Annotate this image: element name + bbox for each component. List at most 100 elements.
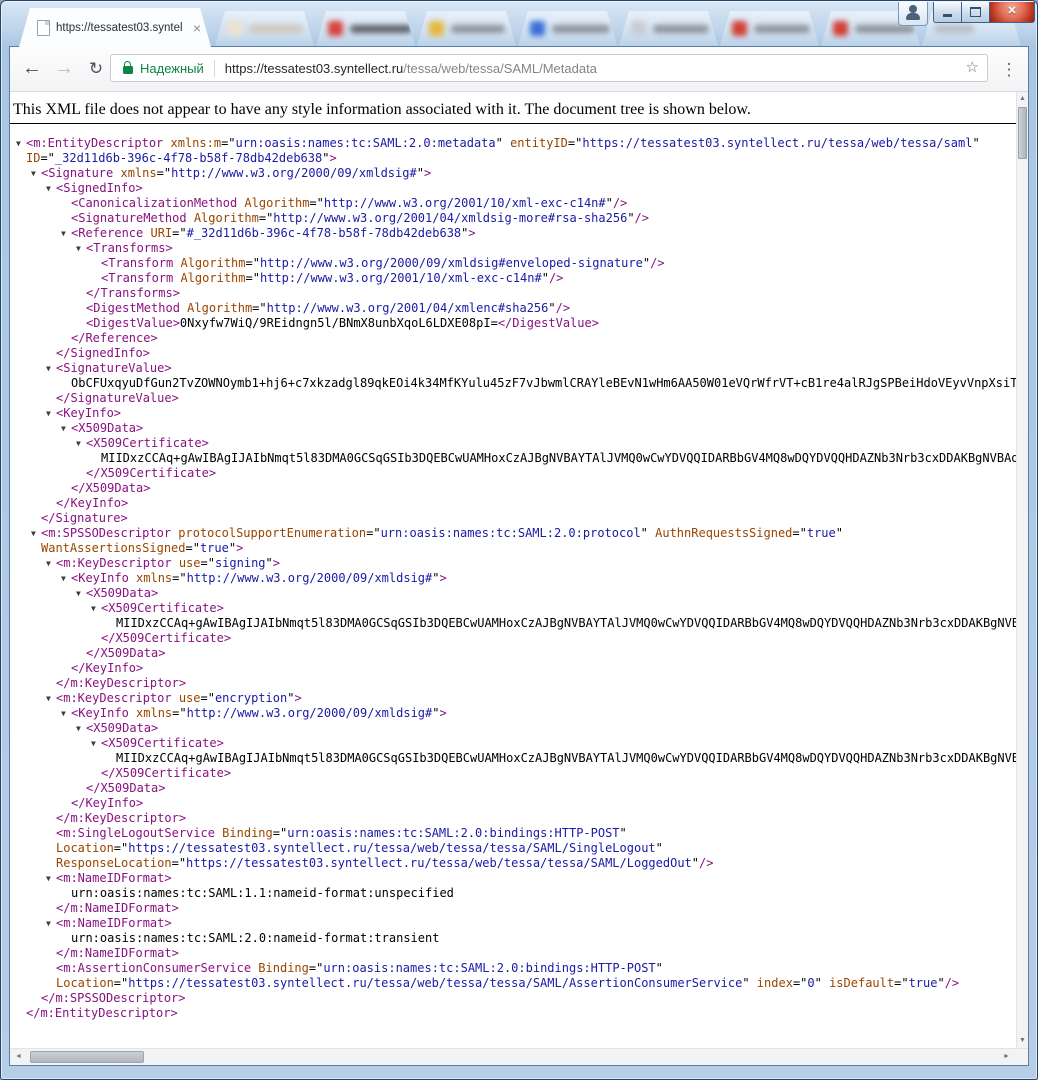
collapse-arrow-icon[interactable]: ▼ (31, 166, 41, 181)
xml-line: </m:SPSSODescriptor> (10, 991, 1016, 1006)
xml-line: ▼<X509Certificate> (10, 436, 1016, 451)
collapse-arrow-icon[interactable]: ▼ (91, 601, 101, 616)
page-favicon-icon (37, 20, 50, 36)
xml-line: ▼<KeyInfo> (10, 406, 1016, 421)
tab-close-icon[interactable]: × (193, 21, 201, 35)
xml-line: </m:EntityDescriptor> (10, 1006, 1016, 1021)
background-tab[interactable] (518, 11, 617, 46)
tab-active[interactable]: https://tessatest03.syntel × (19, 8, 211, 47)
collapse-arrow-icon[interactable]: ▼ (61, 226, 71, 241)
horizontal-scrollbar[interactable]: ◄ ► (10, 1048, 1028, 1065)
xml-line: </X509Data> (10, 646, 1016, 661)
xml-notice: This XML file does not appear to have an… (10, 92, 1016, 120)
xml-line: <Transform Algorithm="http://www.w3.org/… (10, 271, 1016, 286)
collapse-arrow-icon[interactable]: ▼ (46, 691, 56, 706)
scroll-up-icon[interactable]: ▲ (1017, 92, 1028, 106)
collapse-arrow-icon[interactable]: ▼ (76, 241, 86, 256)
collapse-arrow-icon[interactable]: ▼ (16, 136, 26, 151)
toolbar: ← → ↻ Надежный https://tessatest03.synte… (10, 47, 1028, 92)
bookmark-star-icon[interactable]: ☆ (966, 55, 979, 81)
collapse-arrow-icon[interactable]: ▼ (46, 406, 56, 421)
xml-line: </X509Data> (10, 481, 1016, 496)
xml-line: <m:AssertionConsumerService Binding="urn… (10, 961, 1016, 976)
xml-line: MIIDxzCCAq+gAwIBAgIJAIbNmqt5l83DMA0GCSqG… (10, 616, 1016, 631)
address-bar[interactable]: Надежный https://tessatest03.syntellect.… (110, 54, 988, 82)
scroll-down-icon[interactable]: ▼ (1017, 1034, 1028, 1048)
xml-line: ▼<X509Certificate> (10, 601, 1016, 616)
xml-line: WantAssertionsSigned="true"> (10, 541, 1016, 556)
horizontal-scroll-thumb[interactable] (30, 1051, 144, 1063)
xml-line: <m:SingleLogoutService Binding="urn:oasi… (10, 826, 1016, 841)
favicon-icon (227, 21, 242, 36)
xml-line: </X509Data> (10, 781, 1016, 796)
favicon-icon (328, 21, 343, 36)
background-tab[interactable] (215, 11, 314, 46)
scroll-right-icon[interactable]: ► (998, 1049, 1015, 1065)
xml-line: ▼<X509Certificate> (10, 736, 1016, 751)
background-tab[interactable] (417, 11, 516, 46)
scroll-left-icon[interactable]: ◄ (10, 1049, 27, 1065)
xml-line: </m:NameIDFormat> (10, 901, 1016, 916)
xml-line: </X509Certificate> (10, 631, 1016, 646)
address-separator (214, 60, 215, 77)
reload-button[interactable]: ↻ (82, 55, 110, 83)
background-tab[interactable] (316, 11, 415, 46)
vertical-scrollbar[interactable]: ▲ ▼ (1016, 92, 1028, 1048)
collapse-arrow-icon[interactable]: ▼ (46, 871, 56, 886)
close-icon: ✕ (990, 2, 1034, 21)
xml-line: ▼<SignatureValue> (10, 361, 1016, 376)
collapse-arrow-icon[interactable]: ▼ (46, 556, 56, 571)
favicon-icon (732, 21, 747, 36)
xml-line: ▼<m:NameIDFormat> (10, 871, 1016, 886)
close-window-button[interactable]: ✕ (989, 2, 1035, 23)
favicon-icon (530, 21, 545, 36)
background-tab[interactable] (720, 11, 819, 46)
profile-button[interactable] (898, 2, 928, 26)
xml-line: </KeyInfo> (10, 796, 1016, 811)
back-button[interactable]: ← (18, 55, 46, 83)
xml-line: ▼<m:SPSSODescriptor protocolSupportEnume… (10, 526, 1016, 541)
menu-icon[interactable]: ⋮ (996, 57, 1022, 83)
collapse-arrow-icon[interactable]: ▼ (76, 436, 86, 451)
vertical-scroll-thumb[interactable] (1018, 107, 1027, 159)
xml-line: ▼<m:KeyDescriptor use="encryption"> (10, 691, 1016, 706)
collapse-arrow-icon[interactable]: ▼ (91, 736, 101, 751)
xml-line: ▼<SignedInfo> (10, 181, 1016, 196)
url-path: /tessa/web/tessa/SAML/Metadata (403, 61, 597, 76)
xml-line: <DigestValue>0Nxyfw7WiQ/9REidngn5l/BNmX8… (10, 316, 1016, 331)
collapse-arrow-icon[interactable]: ▼ (46, 361, 56, 376)
xml-line: ▼<X509Data> (10, 421, 1016, 436)
tab-title (552, 25, 610, 33)
collapse-arrow-icon[interactable]: ▼ (61, 571, 71, 586)
xml-line: ▼<Transforms> (10, 241, 1016, 256)
collapse-arrow-icon[interactable]: ▼ (61, 421, 71, 436)
xml-line: </SignatureValue> (10, 391, 1016, 406)
xml-tree: ▼<m:EntityDescriptor xmlns:m="urn:oasis:… (10, 136, 1016, 1021)
minimize-button[interactable] (933, 2, 962, 23)
xml-line: <SignatureMethod Algorithm="http://www.w… (10, 211, 1016, 226)
tab-title (451, 25, 505, 33)
xml-line: </KeyInfo> (10, 496, 1016, 511)
xml-line: Location="https://tessatest03.syntellect… (10, 976, 1016, 991)
forward-button[interactable]: → (50, 55, 78, 83)
collapse-arrow-icon[interactable]: ▼ (76, 586, 86, 601)
xml-line: urn:oasis:names:tc:SAML:2.0:nameid-forma… (10, 931, 1016, 946)
security-label[interactable]: Надежный (140, 61, 204, 76)
maximize-button[interactable] (962, 2, 989, 23)
xml-line: </m:NameIDFormat> (10, 946, 1016, 961)
collapse-arrow-icon[interactable]: ▼ (61, 706, 71, 721)
xml-line: </Transforms> (10, 286, 1016, 301)
tab-title (653, 25, 709, 33)
background-tab[interactable] (619, 11, 718, 46)
maximize-icon (970, 7, 981, 17)
tab-title (249, 25, 303, 33)
collapse-arrow-icon[interactable]: ▼ (31, 526, 41, 541)
collapse-arrow-icon[interactable]: ▼ (46, 916, 56, 931)
collapse-arrow-icon[interactable]: ▼ (76, 721, 86, 736)
xml-line: </X509Certificate> (10, 766, 1016, 781)
xml-line: ObCFUxqyuDfGun2TvZOWNOymb1+hj6+c7xkzadgl… (10, 376, 1016, 391)
xml-line: </Signature> (10, 511, 1016, 526)
collapse-arrow-icon[interactable]: ▼ (46, 181, 56, 196)
xml-line: <Transform Algorithm="http://www.w3.org/… (10, 256, 1016, 271)
favicon-icon (631, 21, 646, 36)
